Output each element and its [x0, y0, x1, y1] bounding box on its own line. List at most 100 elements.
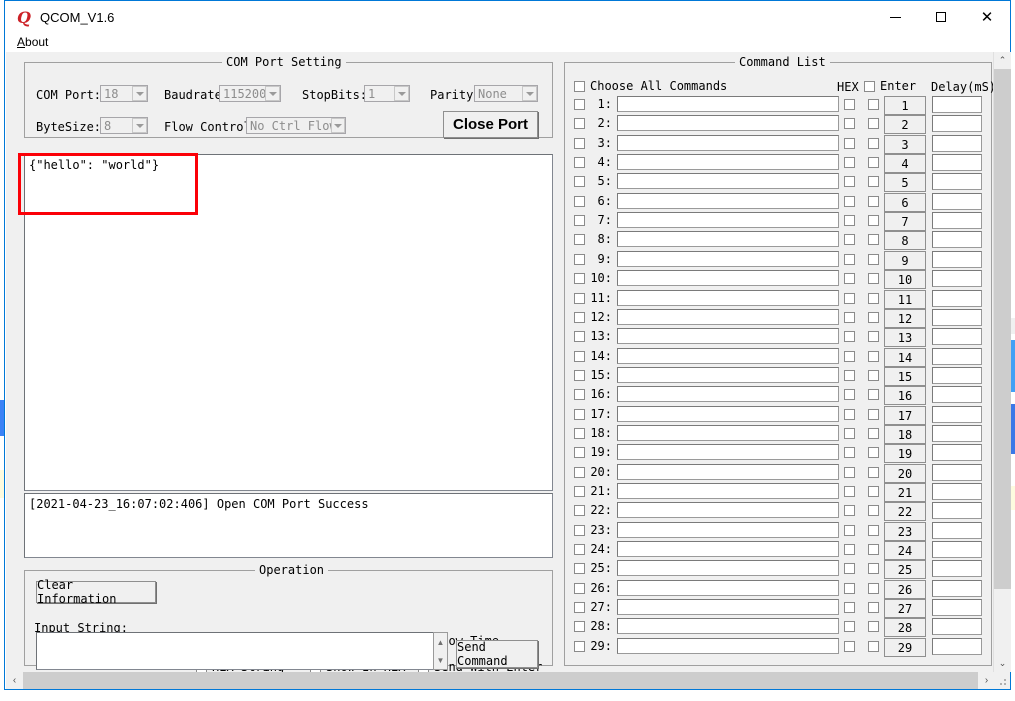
command-row-hex-checkbox[interactable]	[844, 621, 855, 632]
command-row-send-button[interactable]: 6	[884, 193, 926, 212]
command-row-hex-checkbox[interactable]	[844, 157, 855, 168]
command-row-select-checkbox[interactable]	[574, 602, 585, 613]
receive-textarea[interactable]: {"hello": "world"}	[24, 154, 553, 491]
command-row-select-checkbox[interactable]	[574, 641, 585, 652]
command-row-input[interactable]	[617, 135, 839, 151]
command-row-input[interactable]	[617, 231, 839, 247]
input-string-textarea[interactable]	[36, 632, 436, 670]
command-row-select-checkbox[interactable]	[574, 505, 585, 516]
close-button[interactable]: ✕	[964, 1, 1010, 33]
command-row-input[interactable]	[617, 193, 839, 209]
command-row-hex-checkbox[interactable]	[844, 293, 855, 304]
command-row-hex-checkbox[interactable]	[844, 351, 855, 362]
command-row-select-checkbox[interactable]	[574, 409, 585, 420]
command-row-delay-input[interactable]	[932, 309, 982, 326]
command-row-select-checkbox[interactable]	[574, 331, 585, 342]
command-row-delay-input[interactable]	[932, 96, 982, 113]
command-row-input[interactable]	[617, 483, 839, 499]
command-row-enter-checkbox[interactable]	[868, 602, 879, 613]
command-row-select-checkbox[interactable]	[574, 544, 585, 555]
maximize-button[interactable]	[918, 1, 964, 33]
command-row-delay-input[interactable]	[932, 580, 982, 597]
command-row-input[interactable]	[617, 599, 839, 615]
command-row-input[interactable]	[617, 522, 839, 538]
command-row-send-button[interactable]: 14	[884, 348, 926, 367]
command-row-input[interactable]	[617, 367, 839, 383]
command-row-input[interactable]	[617, 96, 839, 112]
command-row-enter-checkbox[interactable]	[868, 389, 879, 400]
command-row-send-button[interactable]: 24	[884, 541, 926, 560]
command-row-select-checkbox[interactable]	[574, 467, 585, 478]
baudrate-select[interactable]: 115200	[219, 85, 281, 102]
command-row-send-button[interactable]: 21	[884, 483, 926, 502]
command-row-send-button[interactable]: 27	[884, 599, 926, 618]
command-row-select-checkbox[interactable]	[574, 254, 585, 265]
command-row-delay-input[interactable]	[932, 231, 982, 248]
command-row-enter-checkbox[interactable]	[868, 486, 879, 497]
command-row-send-button[interactable]: 19	[884, 444, 926, 463]
command-row-enter-checkbox[interactable]	[868, 467, 879, 478]
command-row-select-checkbox[interactable]	[574, 234, 585, 245]
command-row-delay-input[interactable]	[932, 251, 982, 268]
command-row-delay-input[interactable]	[932, 386, 982, 403]
command-row-select-checkbox[interactable]	[574, 293, 585, 304]
command-row-enter-checkbox[interactable]	[868, 234, 879, 245]
command-row-input[interactable]	[617, 502, 839, 518]
command-row-hex-checkbox[interactable]	[844, 331, 855, 342]
command-row-select-checkbox[interactable]	[574, 118, 585, 129]
command-row-enter-checkbox[interactable]	[868, 273, 879, 284]
command-row-input[interactable]	[617, 444, 839, 460]
command-row-input[interactable]	[617, 270, 839, 286]
command-row-hex-checkbox[interactable]	[844, 409, 855, 420]
command-row-send-button[interactable]: 13	[884, 328, 926, 347]
command-row-delay-input[interactable]	[932, 599, 982, 616]
command-row-send-button[interactable]: 2	[884, 115, 926, 134]
command-row-input[interactable]	[617, 541, 839, 557]
command-row-hex-checkbox[interactable]	[844, 196, 855, 207]
command-row-enter-checkbox[interactable]	[868, 254, 879, 265]
command-row-delay-input[interactable]	[932, 270, 982, 287]
scroll-down-icon[interactable]: ⌄	[994, 655, 1011, 672]
command-row-enter-checkbox[interactable]	[868, 544, 879, 555]
command-row-select-checkbox[interactable]	[574, 389, 585, 400]
close-port-button[interactable]: Close Port	[443, 111, 538, 138]
command-row-select-checkbox[interactable]	[574, 428, 585, 439]
command-row-select-checkbox[interactable]	[574, 351, 585, 362]
command-row-send-button[interactable]: 11	[884, 290, 926, 309]
command-row-send-button[interactable]: 20	[884, 464, 926, 483]
command-row-send-button[interactable]: 25	[884, 560, 926, 579]
command-row-delay-input[interactable]	[932, 193, 982, 210]
command-row-send-button[interactable]: 3	[884, 135, 926, 154]
command-row-enter-checkbox[interactable]	[868, 641, 879, 652]
command-row-hex-checkbox[interactable]	[844, 486, 855, 497]
command-row-send-button[interactable]: 23	[884, 522, 926, 541]
command-row-delay-input[interactable]	[932, 483, 982, 500]
send-command-button[interactable]: Send Command	[456, 640, 538, 668]
scroll-up-icon[interactable]: ⌃	[994, 52, 1011, 69]
command-row-hex-checkbox[interactable]	[844, 234, 855, 245]
command-row-send-button[interactable]: 5	[884, 173, 926, 192]
window-hscrollbar[interactable]: ‹ ›	[6, 672, 1010, 689]
command-row-input[interactable]	[617, 251, 839, 267]
flow-control-select[interactable]: No Ctrl Flow	[246, 117, 346, 134]
command-row-hex-checkbox[interactable]	[844, 544, 855, 555]
command-row-delay-input[interactable]	[932, 154, 982, 171]
command-row-send-button[interactable]: 17	[884, 406, 926, 425]
command-row-hex-checkbox[interactable]	[844, 563, 855, 574]
command-row-send-button[interactable]: 18	[884, 425, 926, 444]
command-row-enter-checkbox[interactable]	[868, 583, 879, 594]
command-row-enter-checkbox[interactable]	[868, 525, 879, 536]
log-textarea[interactable]: [2021-04-23_16:07:02:406] Open COM Port …	[24, 493, 553, 558]
command-row-input[interactable]	[617, 618, 839, 634]
command-row-delay-input[interactable]	[932, 348, 982, 365]
command-row-send-button[interactable]: 4	[884, 154, 926, 173]
command-row-input[interactable]	[617, 386, 839, 402]
command-row-input[interactable]	[617, 464, 839, 480]
command-row-hex-checkbox[interactable]	[844, 118, 855, 129]
command-row-enter-checkbox[interactable]	[868, 157, 879, 168]
command-row-delay-input[interactable]	[932, 560, 982, 577]
command-row-enter-checkbox[interactable]	[868, 563, 879, 574]
command-row-send-button[interactable]: 28	[884, 618, 926, 637]
command-row-enter-checkbox[interactable]	[868, 505, 879, 516]
command-row-select-checkbox[interactable]	[574, 157, 585, 168]
